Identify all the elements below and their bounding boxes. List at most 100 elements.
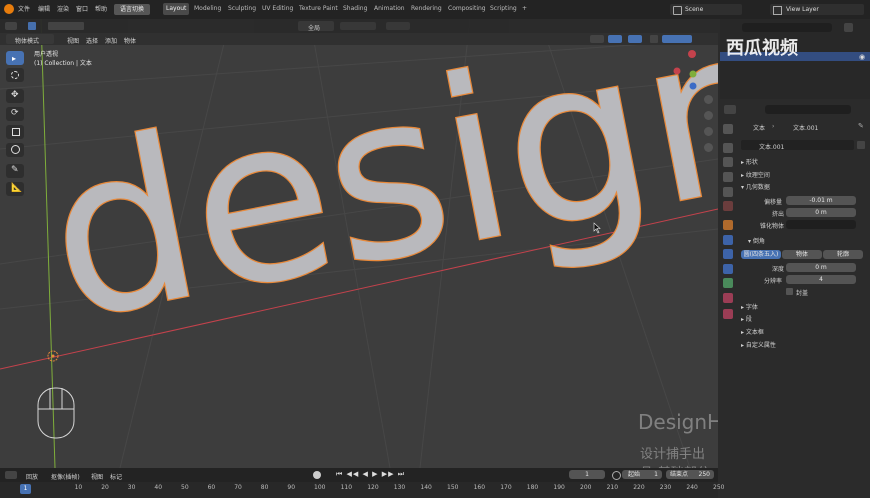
annotate-tool-button[interactable]: ✎ — [6, 164, 24, 178]
rotate-tool-button[interactable]: ⟳ — [6, 107, 24, 121]
section-texture-space[interactable]: ▸ 纹理空间 — [741, 170, 770, 179]
output-tab-icon[interactable] — [723, 157, 733, 167]
bevel-object-tab[interactable]: 物体 — [782, 250, 822, 259]
menu-select[interactable]: 选择 — [86, 36, 98, 45]
pin-icon[interactable]: ✎ — [858, 122, 864, 130]
overlay-toggle-icon[interactable] — [628, 35, 642, 43]
gizmo-toggle-icon[interactable] — [608, 35, 622, 43]
shading-solid-icon[interactable] — [662, 35, 692, 43]
menu-window[interactable]: 窗口 — [76, 4, 88, 13]
blender-logo-icon[interactable] — [4, 4, 14, 14]
section-custom-properties[interactable]: ▸ 自定义属性 — [741, 340, 776, 349]
end-frame-field[interactable]: 结束点 250 — [666, 470, 714, 479]
proportional-edit-icon[interactable] — [386, 22, 410, 30]
editor-type-icon[interactable] — [5, 22, 17, 30]
properties-editor-icon[interactable] — [724, 105, 736, 114]
tab-scripting[interactable]: Scripting — [487, 3, 520, 15]
menu-render[interactable]: 渲染 — [57, 4, 69, 13]
offset-field[interactable]: -0.01 m — [786, 196, 856, 205]
3d-viewport[interactable]: design ▸ ✥ ⟳ ✎ 📐 用户透视 (1) Collection | 文… — [0, 19, 718, 468]
menu-marker[interactable]: 标记 — [110, 472, 122, 481]
menu-add[interactable]: 添加 — [105, 36, 117, 45]
select-box-icon[interactable] — [48, 22, 84, 30]
tab-texture-paint[interactable]: Texture Paint — [296, 3, 341, 15]
menu-playback[interactable]: 回放 — [26, 472, 38, 481]
constraints-tab-icon[interactable] — [723, 264, 733, 274]
render-tab-icon[interactable] — [723, 143, 733, 153]
move-tool-button[interactable]: ✥ — [6, 89, 24, 103]
tab-animation[interactable]: Animation — [371, 3, 408, 15]
playhead[interactable]: 1 — [20, 484, 31, 494]
outliner-filter-icon[interactable] — [844, 23, 853, 32]
section-geometry[interactable]: ▾ 几何数据 — [741, 182, 770, 191]
menu-timeline-view[interactable]: 视图 — [91, 472, 103, 481]
xray-toggle-icon[interactable] — [650, 35, 658, 43]
outliner-search-input[interactable] — [742, 23, 832, 32]
scale-tool-button[interactable] — [6, 125, 24, 139]
section-font[interactable]: ▸ 字体 — [741, 302, 758, 311]
record-icon[interactable] — [313, 471, 321, 479]
menu-view[interactable]: 视图 — [67, 36, 79, 45]
hand-pan-icon[interactable] — [704, 111, 713, 120]
scene-selector[interactable]: Scene — [670, 4, 742, 15]
properties-search-input[interactable] — [765, 105, 851, 114]
menu-keying[interactable]: 抠像(插帧) — [51, 472, 80, 481]
extrude-field[interactable]: 0 m — [786, 208, 856, 217]
transform-orientation-dropdown[interactable]: 全局 — [298, 21, 334, 32]
taper-object-field[interactable] — [786, 220, 856, 229]
add-workspace-button[interactable]: + — [519, 3, 530, 15]
scene-tab-icon[interactable] — [723, 187, 733, 197]
snap-icon[interactable] — [340, 22, 376, 30]
datablock-selector[interactable]: 文本.001 — [741, 140, 854, 151]
fill-caps-checkbox[interactable] — [786, 288, 793, 295]
language-switch-button[interactable]: 语言切换 — [114, 4, 151, 15]
fake-user-icon[interactable] — [857, 141, 865, 149]
texture-tab-icon[interactable] — [723, 309, 733, 319]
section-bevel[interactable]: ▾ 倒角 — [748, 236, 765, 245]
outliner[interactable]: ◉ 西瓜视频 — [720, 19, 870, 99]
section-text-box[interactable]: ▸ 文本框 — [741, 327, 764, 336]
section-shape[interactable]: ▸ 形状 — [741, 157, 758, 166]
select-mode-icon[interactable] — [28, 22, 36, 30]
world-tab-icon[interactable] — [723, 201, 733, 211]
menu-file[interactable]: 文件 — [18, 4, 30, 13]
view-layer-selector[interactable]: View Layer — [770, 4, 864, 15]
tool-tab-icon[interactable] — [723, 124, 733, 134]
object-mode-dropdown[interactable]: 物体模式 — [6, 34, 54, 45]
menu-edit[interactable]: 编辑 — [38, 4, 50, 13]
data-tab-icon[interactable] — [723, 278, 733, 288]
tab-compositing[interactable]: Compositing — [445, 3, 489, 15]
zoom-icon[interactable] — [704, 95, 713, 104]
select-tool-button[interactable]: ▸ — [6, 51, 24, 65]
bevel-round-tab[interactable]: 圆(四条五入) — [741, 250, 781, 259]
object-tab-icon[interactable] — [723, 220, 733, 230]
tab-shading[interactable]: Shading — [340, 3, 370, 15]
transform-tool-button[interactable] — [6, 143, 24, 157]
text-object[interactable]: design — [27, 19, 718, 373]
current-frame-field[interactable]: 1 — [569, 470, 605, 479]
tab-modeling[interactable]: Modeling — [191, 3, 224, 15]
visibility-icon[interactable] — [590, 35, 604, 43]
menu-help[interactable]: 帮助 — [95, 4, 107, 13]
menu-object[interactable]: 物体 — [124, 36, 136, 45]
tab-rendering[interactable]: Rendering — [408, 3, 445, 15]
tab-uv-editing[interactable]: UV Editing — [259, 3, 296, 15]
camera-view-icon[interactable] — [704, 127, 713, 136]
timeline-editor-icon[interactable] — [5, 471, 17, 479]
section-paragraph[interactable]: ▸ 段 — [741, 314, 752, 323]
material-tab-icon[interactable] — [723, 293, 733, 303]
depth-field[interactable]: 0 m — [786, 263, 856, 272]
modifier-tab-icon[interactable] — [723, 235, 733, 245]
grid-view-icon[interactable] — [704, 143, 713, 152]
resolution-field[interactable]: 4 — [786, 275, 856, 284]
tab-layout[interactable]: Layout — [163, 3, 190, 15]
measure-tool-button[interactable]: 📐 — [6, 182, 24, 196]
start-frame-field[interactable]: 起始 1 — [622, 470, 662, 479]
cursor-tool-button[interactable] — [6, 68, 24, 82]
eye-icon[interactable]: ◉ — [859, 53, 865, 61]
view-layer-tab-icon[interactable] — [723, 172, 733, 182]
bevel-profile-tab[interactable]: 轮廓 — [823, 250, 863, 259]
tab-sculpting[interactable]: Sculpting — [225, 3, 259, 15]
playback-controls[interactable]: ⏮ ◀◀ ◀ ▶ ▶▶ ⏭ — [336, 470, 405, 479]
physics-tab-icon[interactable] — [723, 249, 733, 259]
